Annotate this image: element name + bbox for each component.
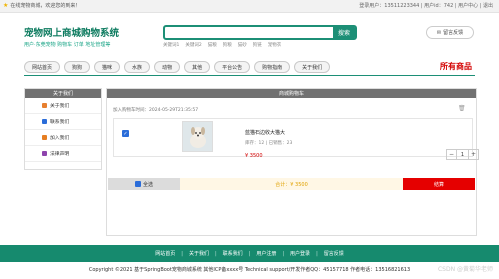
footer-link-feedback[interactable]: 留言反馈	[324, 250, 344, 257]
nav-item-home[interactable]: 网站首页	[24, 61, 61, 73]
product-stock: 库存：12 | 已销售：23	[245, 141, 293, 146]
search-button[interactable]: 搜索	[333, 25, 355, 40]
cart-added-time: 加入购物车时间：2024-05-29T21:35:57	[113, 108, 199, 113]
separator: |	[214, 250, 217, 257]
separator: |	[316, 250, 318, 257]
quantity-value[interactable]: 1	[456, 150, 469, 159]
nav-item-notice[interactable]: 平台公告	[214, 61, 251, 73]
search-input[interactable]	[165, 27, 333, 38]
cart-footer-bar: 全选 合计：¥ 3500 结算	[108, 178, 475, 190]
message-button[interactable]: ✉ 留言反馈	[426, 26, 474, 39]
chat-icon: ✉	[436, 29, 442, 36]
sidebar-title: 关于我们	[25, 89, 101, 98]
user-info[interactable]: 登录用户：13511223344 | 用户id：742 | 用户中心 | 退出	[359, 2, 493, 9]
separator: |	[248, 250, 251, 257]
nav-divider	[24, 75, 475, 76]
site-subtitle: 用户·东莞宠物 购物车 订单 地址管理等	[24, 42, 111, 48]
sidebar-item-join[interactable]: 加入我们	[25, 130, 101, 146]
footer-link-register[interactable]: 用户注册	[256, 250, 276, 257]
star-icon: ★	[3, 1, 9, 9]
footer-links: 网站首页 | 关于我们 | 联系我们 | 用户注册 | 用户登录 | 留言反馈	[0, 245, 499, 262]
separator: |	[282, 250, 285, 257]
hot-word[interactable]: 关键词2	[185, 42, 201, 48]
select-all-checkbox[interactable]	[134, 181, 141, 187]
product-image[interactable]	[182, 121, 213, 152]
watermark: CSDN @黄菊华老师	[437, 266, 493, 273]
top-bar: ★ 在线宠物商城，欢迎您的到来！ 登录用户：13511223344 | 用户id…	[0, 0, 499, 13]
nav-item-about[interactable]: 关于我们	[294, 61, 331, 73]
hot-word[interactable]: 狗链	[253, 42, 262, 48]
decrement-button[interactable]: −	[447, 150, 456, 159]
message-button-label: 留言反馈	[443, 30, 464, 36]
nav-item-aquatic[interactable]: 水族	[124, 61, 151, 73]
dog-image	[183, 122, 212, 151]
nav-item-dog[interactable]: 狗狗	[64, 61, 91, 73]
welcome-area: ★ 在线宠物商城，欢迎您的到来！	[3, 2, 80, 9]
nav-item-other[interactable]: 其他	[184, 61, 211, 73]
nav-item-cat[interactable]: 猫咪	[94, 61, 121, 73]
select-all-label: 全选	[142, 181, 153, 188]
team-icon	[42, 135, 47, 140]
quantity-stepper: − 1 +	[446, 149, 479, 160]
brand: 宠物网上商城购物系统 用户·东莞宠物 购物车 订单 地址管理等	[24, 25, 119, 48]
search-box: 搜索	[163, 25, 357, 40]
cart-item: ✓ 蓝猫石边收大猫大 库存：12 | 已销售：23 ¥ 3500 − 1 +	[113, 118, 479, 160]
footer-link-login[interactable]: 用户登录	[290, 250, 310, 257]
sidebar-item-label: 法律声明	[50, 152, 70, 157]
footer-link-about[interactable]: 关于我们	[189, 250, 209, 257]
sidebar-item-legal[interactable]: 法律声明	[25, 146, 101, 162]
product-name[interactable]: 蓝猫石边收大猫大	[245, 129, 285, 136]
hot-word[interactable]: 关键词1	[163, 42, 179, 48]
sidebar-item-label: 加入我们	[50, 136, 70, 141]
all-goods-link[interactable]: 所有商品	[440, 61, 472, 72]
footer-link-home[interactable]: 网站首页	[155, 250, 175, 257]
select-all[interactable]: 全选	[108, 178, 180, 190]
cart-panel: 商城购物车 加入购物车时间：2024-05-29T21:35:57 🗑 ✓ 蓝猫…	[106, 88, 479, 236]
main-nav: 网站首页 狗狗 猫咪 水族 动物 其他 平台公告 购物指南 关于我们	[24, 61, 331, 73]
site-title: 宠物网上商城购物系统	[24, 28, 120, 39]
document-icon	[42, 151, 47, 156]
increment-button[interactable]: +	[469, 150, 478, 159]
product-price: ¥ 3500	[245, 153, 263, 159]
sidebar-item-contact[interactable]: 联系我们	[25, 114, 101, 130]
hot-word[interactable]: 宠物衣	[268, 42, 282, 48]
copyright-text: Copyright ©2021 基于SpringBoot宠物商城系统 其他ICP…	[88, 267, 411, 273]
hot-word[interactable]: 猫砂	[238, 42, 247, 48]
welcome-text: 在线宠物商城，欢迎您的到来！	[10, 3, 81, 9]
sidebar-item-label: 联系我们	[50, 120, 70, 125]
sidebar-item-label: 关于我们	[50, 104, 70, 109]
hot-word[interactable]: 狗粮	[223, 42, 232, 48]
separator: |	[181, 250, 183, 257]
cart-total: 合计：¥ 3500	[180, 178, 403, 190]
trash-icon[interactable]: 🗑	[458, 105, 466, 113]
checkout-button[interactable]: 结算	[403, 178, 475, 190]
user-icon	[42, 103, 47, 108]
nav-item-animal[interactable]: 动物	[154, 61, 181, 73]
hot-words: 关键词1 关键词2 猫粮 狗粮 猫砂 狗链 宠物衣	[163, 42, 281, 48]
phone-icon	[42, 119, 47, 124]
item-checkbox[interactable]: ✓	[122, 130, 129, 137]
footer-link-contact[interactable]: 联系我们	[223, 250, 243, 257]
nav-item-guide[interactable]: 购物指南	[254, 61, 291, 73]
sidebar: 关于我们 关于我们 联系我们 加入我们 法律声明	[24, 88, 102, 170]
sidebar-item-about[interactable]: 关于我们	[25, 98, 101, 114]
cart-title: 商城购物车	[107, 89, 476, 98]
hot-word[interactable]: 猫粮	[208, 42, 217, 48]
